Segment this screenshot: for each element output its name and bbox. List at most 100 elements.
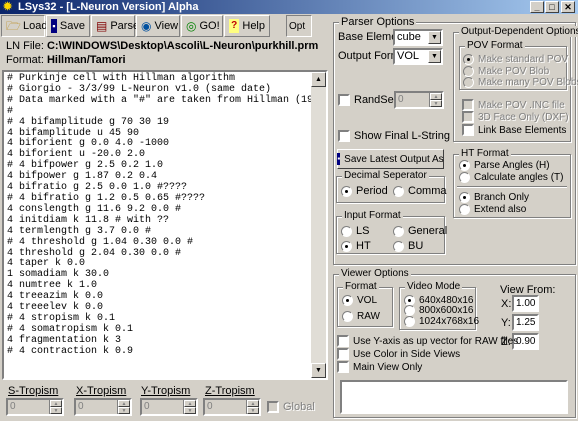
lsystem-text-editor[interactable]: # Purkinje cell with Hillman algorithm # … (2, 70, 328, 380)
branch-only-radio[interactable]: Branch Only (459, 192, 529, 203)
input-bu-radio[interactable]: BU (393, 240, 423, 252)
maximize-button[interactable]: □ (545, 1, 559, 13)
extend-also-radio[interactable]: Extend also (459, 204, 526, 215)
checkbox-box[interactable] (337, 361, 349, 373)
radio-dot[interactable] (463, 54, 474, 65)
spinner-arrows-icon[interactable]: ▲ ▼ (117, 400, 130, 414)
radio-dot[interactable] (459, 172, 470, 183)
global-checkbox[interactable]: Global (267, 401, 315, 413)
minimize-button[interactable]: _ (530, 1, 544, 13)
use-y-axis-checkbox[interactable]: Use Y-axis as up vector for RAW files (337, 335, 518, 347)
format-value: Hillman/Tamori (46, 54, 126, 66)
decimal-period-radio[interactable]: Period (341, 185, 388, 197)
radio-dot[interactable] (393, 225, 404, 237)
pov-many-blobs-radio[interactable]: Make many POV Blobs (463, 77, 578, 88)
scroll-up-arrow-icon[interactable]: ▲ (311, 72, 326, 87)
open-folder-icon: 🗁 (6, 19, 21, 33)
z-tropism-spinner[interactable]: 0 ▲ ▼ (203, 398, 261, 416)
radio-dot[interactable] (341, 185, 352, 197)
x-tropism-spinner[interactable]: 0 ▲ ▼ (74, 398, 132, 416)
radio-dot[interactable] (393, 240, 404, 252)
floppy-disk-icon: ▪ (337, 153, 341, 165)
input-ht-radio[interactable]: HT (341, 240, 371, 252)
save-latest-output-button[interactable]: ▪ Save Latest Output As (337, 149, 444, 169)
go-icon: ◎ (186, 19, 197, 33)
view-y-input[interactable]: 1.25 (512, 314, 539, 331)
opt-button[interactable]: Opt (286, 15, 312, 37)
make-pov-inc-checkbox[interactable]: Make POV .INC file (462, 99, 565, 111)
checkbox-box[interactable] (462, 111, 474, 123)
app-icon: ✹ (3, 1, 13, 13)
radio-dot[interactable] (404, 316, 415, 327)
show-final-checkbox-box[interactable] (338, 130, 350, 142)
y-tropism-spinner[interactable]: 0 ▲ ▼ (140, 398, 198, 416)
main-view-only-checkbox[interactable]: Main View Only (337, 361, 422, 373)
format-raw-radio[interactable]: RAW (342, 311, 380, 322)
z-tropism-label: Z-Tropism (205, 385, 255, 397)
pov-standard-radio[interactable]: Make standard POV (463, 54, 568, 65)
chevron-down-icon[interactable]: ▼ (428, 50, 441, 63)
view-button[interactable]: ◉ View (136, 15, 180, 37)
input-ls-radio[interactable]: LS (341, 225, 369, 237)
radio-dot[interactable] (342, 311, 353, 322)
spinner-arrows-icon[interactable]: ▲ ▼ (429, 93, 442, 107)
input-format-title: Input Format (342, 210, 403, 221)
radio-dot[interactable] (342, 295, 353, 306)
parse-angles-label: Parse Angles (H) (474, 160, 550, 171)
base-element-select[interactable]: cube ▼ (393, 29, 443, 46)
checkbox-box[interactable] (337, 348, 349, 360)
link-base-elements-checkbox[interactable]: Link Base Elements (462, 124, 566, 136)
close-button[interactable]: ✕ (561, 1, 575, 13)
output-format-value: VOL (397, 50, 420, 62)
global-checkbox-box[interactable] (267, 401, 279, 413)
save-button[interactable]: ▪ Save (46, 15, 90, 37)
calculate-angles-radio[interactable]: Calculate angles (T) (459, 172, 563, 183)
input-general-radio[interactable]: General (393, 225, 447, 237)
face-only-checkbox[interactable]: 3D Face Only (DXF) (462, 111, 569, 123)
randseed-spinner[interactable]: 0 ▲ ▼ (394, 91, 444, 109)
spinner-arrows-icon[interactable]: ▲ ▼ (246, 400, 259, 414)
radio-dot[interactable] (393, 185, 404, 197)
mode-1024-radio[interactable]: 1024x768x16 (404, 316, 479, 327)
radio-dot[interactable] (459, 160, 470, 171)
code-line: # 4 bifamplitude g 70 30 19 (7, 116, 170, 128)
pov-blob-radio[interactable]: Make POV Blob (463, 66, 549, 77)
format-vol-radio[interactable]: VOL (342, 295, 377, 306)
radio-dot[interactable] (341, 225, 352, 237)
x-tropism-value: 0 (78, 401, 84, 412)
radio-dot[interactable] (463, 66, 474, 77)
go-button[interactable]: ◎ GO! (181, 15, 223, 37)
show-final-lstring-checkbox[interactable]: Show Final L-String (338, 130, 450, 142)
parse-button[interactable]: ▤ Parse (91, 15, 139, 37)
output-dependent-title: Output-Dependent Options (459, 26, 578, 37)
base-element-value: cube (397, 31, 421, 43)
decimal-comma-radio[interactable]: Comma (393, 185, 447, 197)
chevron-down-icon[interactable]: ▼ (428, 31, 441, 44)
vertical-scrollbar[interactable]: ▲ ▼ (311, 72, 326, 378)
view-x-input[interactable]: 1.00 (512, 295, 539, 312)
checkbox-box[interactable] (462, 124, 474, 136)
checkbox-box[interactable] (337, 335, 349, 347)
help-button[interactable]: ? Help (224, 15, 270, 37)
radio-dot[interactable] (459, 204, 470, 215)
mode-800-radio[interactable]: 800x600x16 (404, 305, 474, 316)
use-color-checkbox[interactable]: Use Color in Side Views (337, 348, 460, 360)
spinner-arrows-icon[interactable]: ▲ ▼ (49, 400, 62, 414)
spinner-arrows-icon[interactable]: ▲ ▼ (183, 400, 196, 414)
radio-dot[interactable] (404, 305, 415, 316)
load-button[interactable]: 🗁 Load (1, 15, 47, 37)
viewer-output-box[interactable] (340, 380, 568, 414)
scroll-down-arrow-icon[interactable]: ▼ (311, 363, 326, 378)
randseed-checkbox-box[interactable] (338, 94, 350, 106)
radio-dot[interactable] (459, 192, 470, 203)
format-label: Format: (6, 54, 44, 66)
radio-dot[interactable] (463, 77, 474, 88)
ln-file-path: C:\WINDOWS\Desktop\Ascoli\L-Neuron\purkh… (46, 40, 319, 52)
output-format-select[interactable]: VOL ▼ (393, 48, 443, 65)
checkbox-box[interactable] (462, 99, 474, 111)
s-tropism-spinner[interactable]: 0 ▲ ▼ (6, 398, 64, 416)
parse-angles-radio[interactable]: Parse Angles (H) (459, 160, 550, 171)
input-general-label: General (408, 225, 448, 237)
viewer-format-title: Format (343, 281, 379, 292)
radio-dot[interactable] (341, 240, 352, 252)
